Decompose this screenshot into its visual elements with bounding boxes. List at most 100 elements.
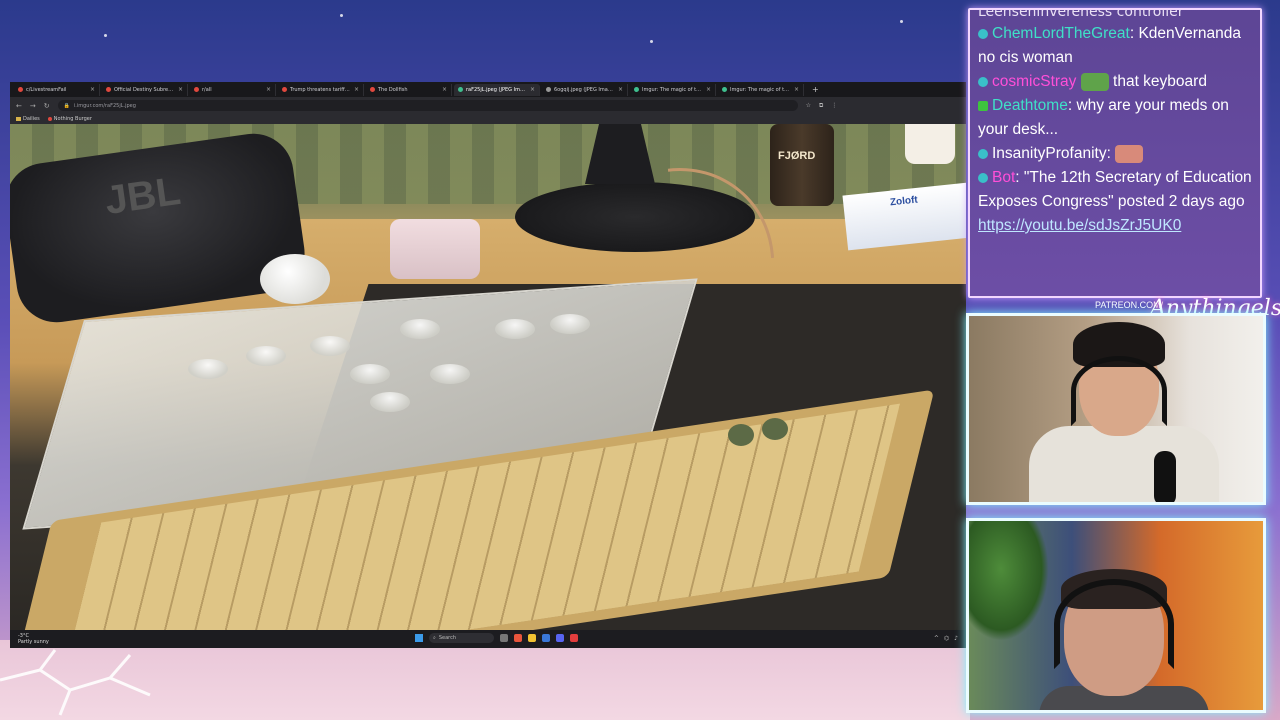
close-tab-icon[interactable]: × — [706, 86, 711, 93]
bookmark-nothing-burger[interactable]: Nothing Burger — [47, 116, 92, 122]
pepe-emote-icon — [1080, 72, 1109, 91]
chat-badge-icon — [978, 100, 988, 111]
headset-icon — [1054, 579, 1174, 669]
tab-title: Imgur: The magic of the Intern — [642, 86, 703, 93]
chat-username[interactable]: InsanityProfanity — [992, 145, 1107, 162]
browser-tab[interactable]: The Dollfish × — [366, 83, 452, 96]
chevron-up-icon[interactable]: ^ — [934, 635, 939, 642]
new-tab-button[interactable]: + — [812, 85, 819, 94]
tab-favicon-icon — [194, 87, 199, 92]
menu-icon[interactable]: ⋮ — [831, 102, 837, 109]
browser-tab[interactable]: Imgur: The magic of the Intern× — [718, 83, 804, 96]
close-tab-icon[interactable]: × — [794, 86, 799, 93]
reload-icon[interactable]: ↻ — [44, 102, 50, 110]
volume-icon[interactable]: ♪ — [954, 635, 958, 642]
tab-favicon-icon — [722, 87, 727, 92]
url-bar: ← → ↻ 🔒 i.imgur.com/raF25jL.jpeg ☆ ⧉ ⋮ — [10, 97, 966, 114]
close-tab-icon[interactable]: × — [90, 86, 95, 93]
chat-message: Deathtome: why are your meds on your des… — [978, 94, 1252, 142]
app-icon[interactable] — [570, 634, 578, 642]
tab-favicon-icon — [18, 87, 23, 92]
taskbar-search[interactable]: ⌕ Search — [429, 633, 494, 643]
tab-favicon-icon — [106, 87, 111, 92]
browser-tab[interactable]: r/all × — [190, 83, 276, 96]
system-tray: ^ ⌬ ♪ — [934, 635, 958, 642]
tab-title: Imgur: The magic of the Intern — [730, 86, 791, 93]
bookmark-label: Nothing Burger — [53, 116, 92, 122]
tab-title: raF25jL.jpeg (JPEG Image, 4080 — [466, 86, 527, 93]
fightstick-button — [310, 336, 350, 356]
browser-app-icon[interactable] — [514, 634, 522, 642]
chat-link-line: https://youtu.be/sdJsZrJ5UK0 — [978, 214, 1252, 238]
network-icon[interactable]: ⌬ — [944, 635, 949, 642]
close-tab-icon[interactable]: × — [266, 86, 271, 93]
extensions-icon[interactable]: ⧉ — [819, 102, 823, 110]
chat-text: : — [1106, 145, 1116, 162]
browser-tab[interactable]: c/LivestreamFail × — [14, 83, 100, 96]
browser-tab[interactable]: 6ogqij.jpeg (JPEG Image, 4032× — [542, 83, 628, 96]
tab-title: c/LivestreamFail — [26, 86, 67, 93]
tab-title: Official Destiny Subreddit — [114, 86, 175, 93]
tab-title: r/all — [202, 86, 212, 93]
back-icon[interactable]: ← — [16, 102, 22, 110]
folder-icon — [16, 117, 21, 121]
chat-text: that keyboard — [1108, 73, 1207, 90]
browser-tab[interactable]: Trump threatens tariffs against× — [278, 83, 364, 96]
close-tab-icon[interactable]: × — [178, 86, 183, 93]
chat-username[interactable]: cosmicStray — [992, 73, 1076, 90]
bookmark-label: Dailies — [23, 116, 40, 122]
background-star — [900, 20, 903, 23]
webcam-streamer — [966, 313, 1266, 505]
tab-title: Trump threatens tariffs against — [290, 86, 351, 93]
chat-badge-icon — [978, 28, 988, 39]
chat-username[interactable]: ChemLordTheGreat — [992, 25, 1130, 42]
tab-favicon-icon — [546, 87, 551, 92]
task-view-icon[interactable] — [500, 634, 508, 642]
tab-favicon-icon — [282, 87, 287, 92]
close-tab-icon[interactable]: × — [442, 86, 447, 93]
windows-taskbar: -3°C Partly sunny ⌕ Search ^ ⌬ ♪ — [10, 630, 966, 648]
browser-tab[interactable]: raF25jL.jpeg (JPEG Image, 4080× — [454, 83, 540, 96]
weather-desc: Partly sunny — [18, 639, 49, 645]
chat-cut-message: Leenseninvereness controller — [978, 8, 1184, 20]
chat-message: cosmicStray that keyboard — [978, 70, 1252, 94]
bookmark-star-icon[interactable]: ☆ — [806, 102, 811, 109]
webcam-person-shirt — [1029, 426, 1219, 502]
search-icon: ⌕ — [433, 635, 436, 641]
chat-username[interactable]: Deathtome — [992, 97, 1068, 114]
taskbar-apps: ⌕ Search — [415, 633, 578, 643]
fightstick-button — [188, 359, 228, 379]
close-tab-icon[interactable]: × — [530, 86, 535, 93]
bookmarks-bar: Dailies Nothing Burger — [10, 114, 966, 124]
address-field[interactable]: 🔒 i.imgur.com/raF25jL.jpeg — [57, 100, 798, 111]
fightstick-button — [246, 346, 286, 366]
chat-username[interactable]: Bot — [992, 169, 1015, 186]
fightstick-button — [430, 364, 470, 384]
file-explorer-icon[interactable] — [528, 634, 536, 642]
stream-chat-panel: Leenseninvereness controller ChemLordThe… — [968, 8, 1262, 298]
close-tab-icon[interactable]: × — [354, 86, 359, 93]
photo-jar — [770, 124, 834, 206]
browser-tab[interactable]: Imgur: The magic of the Intern× — [630, 83, 716, 96]
chat-badge-icon — [978, 172, 988, 183]
fightstick-button — [495, 319, 535, 339]
chat-message: Bot: "The 12th Secretary of Education Ex… — [978, 166, 1252, 214]
fightstick-button — [350, 364, 390, 384]
browser-tab[interactable]: Official Destiny Subreddit × — [102, 83, 188, 96]
keyboard-knob — [728, 424, 754, 446]
webcam-guest — [966, 518, 1266, 713]
app-icon[interactable] — [542, 634, 550, 642]
bookmark-dailies[interactable]: Dailies — [16, 116, 40, 122]
tab-bar: c/LivestreamFail × Official Destiny Subred… — [10, 82, 966, 97]
chat-badge-icon — [978, 148, 988, 159]
jar-label: FJØRD — [778, 150, 816, 162]
windows-start-icon[interactable] — [415, 634, 423, 642]
browser-window: c/LivestreamFail × Official Destiny Subred… — [10, 82, 966, 648]
tab-title: 6ogqij.jpeg (JPEG Image, 4032 — [554, 86, 615, 93]
chat-link[interactable]: https://youtu.be/sdJsZrJ5UK0 — [978, 217, 1181, 234]
tab-title: The Dollfish — [378, 86, 408, 93]
discord-icon[interactable] — [556, 634, 564, 642]
close-tab-icon[interactable]: × — [618, 86, 623, 93]
forward-icon[interactable]: → — [30, 102, 36, 110]
weather-widget[interactable]: -3°C Partly sunny — [18, 633, 49, 645]
